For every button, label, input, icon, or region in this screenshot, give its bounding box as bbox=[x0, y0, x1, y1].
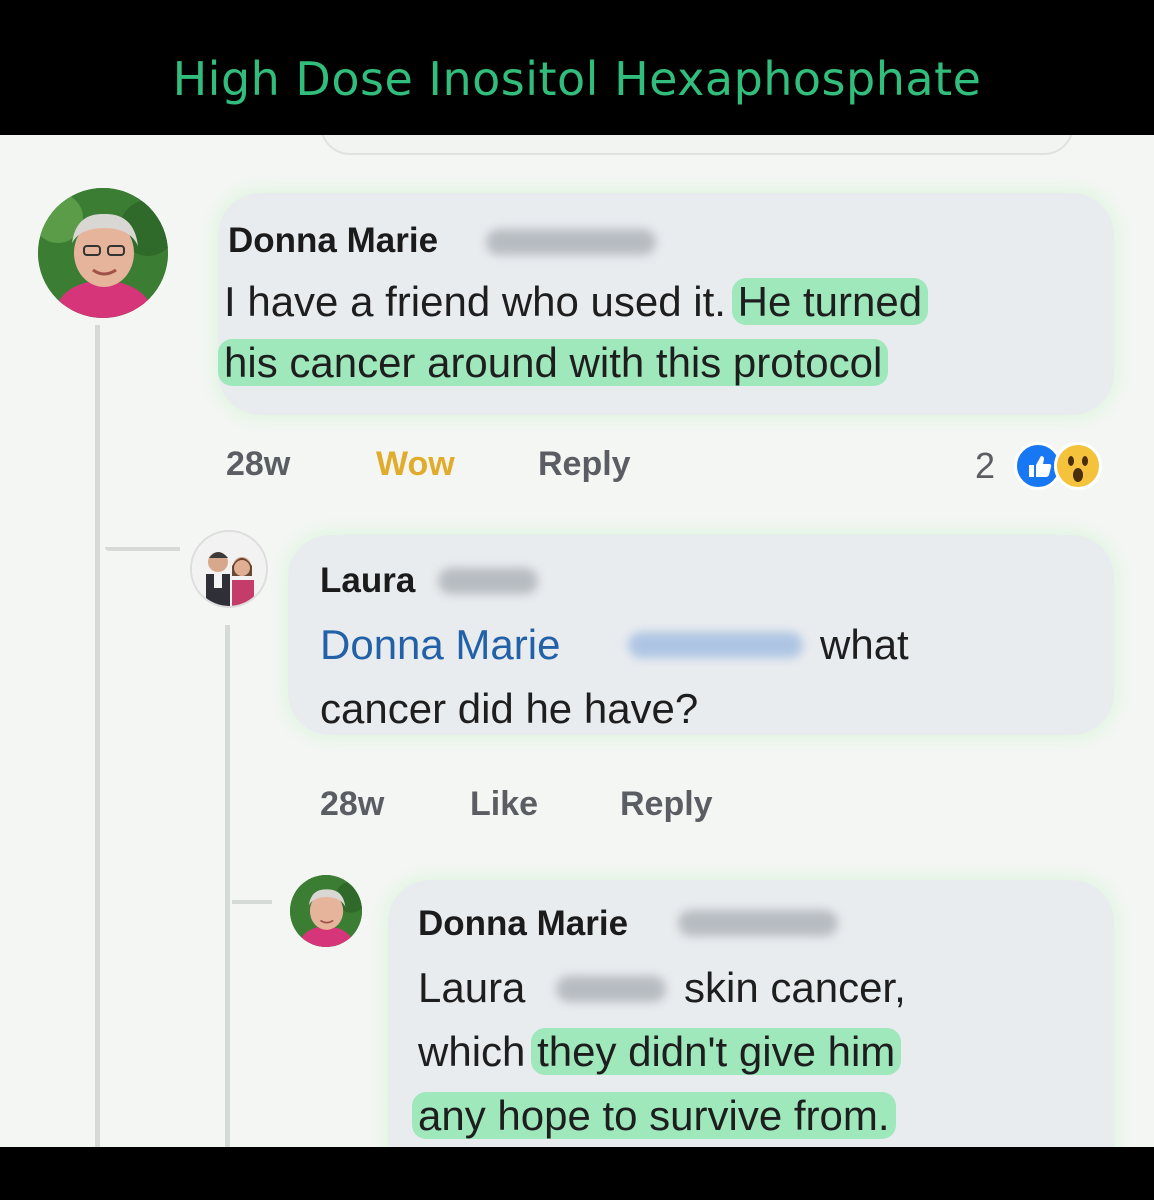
mention-link[interactable]: Donna Marie bbox=[320, 621, 560, 669]
nested-reply-bubble: Donna Marie Laura skin cancer, which the… bbox=[388, 880, 1114, 1147]
nested-reply-author[interactable]: Donna Marie bbox=[418, 904, 628, 944]
nested-reply-text-line-2: which they didn't give him bbox=[418, 1028, 902, 1076]
like-button[interactable]: Like bbox=[470, 785, 538, 824]
thread-line-nested bbox=[225, 625, 230, 1147]
reply-text-line-1: what bbox=[820, 621, 909, 668]
wow-reaction-button[interactable]: Wow bbox=[376, 445, 455, 484]
title-banner: High Dose Inositol Hexaphosphate bbox=[0, 0, 1154, 135]
reply-author[interactable]: Laura bbox=[320, 561, 415, 601]
comment-text-line-1: I have a friend who used it. He turned bbox=[224, 278, 929, 326]
thread-line bbox=[95, 325, 100, 1147]
avatar-photo-icon bbox=[290, 875, 362, 947]
avatar-photo-icon bbox=[38, 188, 168, 318]
reply-button[interactable]: Reply bbox=[538, 445, 631, 484]
thread-branch-nested bbox=[232, 900, 272, 904]
reply-bubble: Laura Donna Marie what cancer did he hav… bbox=[288, 535, 1114, 735]
comment-thread-screenshot: Donna Marie I have a friend who used it.… bbox=[0, 135, 1154, 1147]
reaction-count[interactable]: 2 bbox=[975, 445, 995, 487]
comment-author[interactable]: Donna Marie bbox=[228, 221, 438, 261]
comment-text-line-2: his cancer around with this protocol bbox=[218, 339, 889, 387]
page-title: High Dose Inositol Hexaphosphate bbox=[172, 52, 982, 106]
redacted-surname bbox=[678, 910, 838, 936]
mention-text[interactable]: Laura bbox=[418, 964, 525, 1012]
redacted-surname bbox=[556, 976, 666, 1002]
avatar-donna-marie[interactable] bbox=[290, 875, 362, 947]
wow-icon[interactable] bbox=[1054, 442, 1102, 490]
nested-reply-text-line-3: any hope to survive from. bbox=[412, 1092, 896, 1140]
redacted-surname bbox=[438, 568, 538, 594]
previous-comment-box bbox=[320, 135, 1074, 155]
comment-timestamp[interactable]: 28w bbox=[226, 445, 290, 484]
redacted-surname bbox=[628, 632, 803, 658]
avatar-donna-marie[interactable] bbox=[38, 188, 168, 318]
thread-branch bbox=[105, 547, 180, 551]
bottom-bar bbox=[0, 1147, 1154, 1200]
comment-bubble: Donna Marie I have a friend who used it.… bbox=[218, 193, 1114, 415]
avatar-photo-icon bbox=[192, 532, 266, 606]
reply-button[interactable]: Reply bbox=[620, 785, 713, 824]
nested-reply-text-line-1: skin cancer, bbox=[684, 964, 906, 1011]
redacted-surname bbox=[486, 229, 656, 255]
reply-timestamp[interactable]: 28w bbox=[320, 785, 384, 824]
avatar-laura[interactable] bbox=[190, 530, 268, 608]
reply-text-line-2: cancer did he have? bbox=[320, 685, 699, 732]
